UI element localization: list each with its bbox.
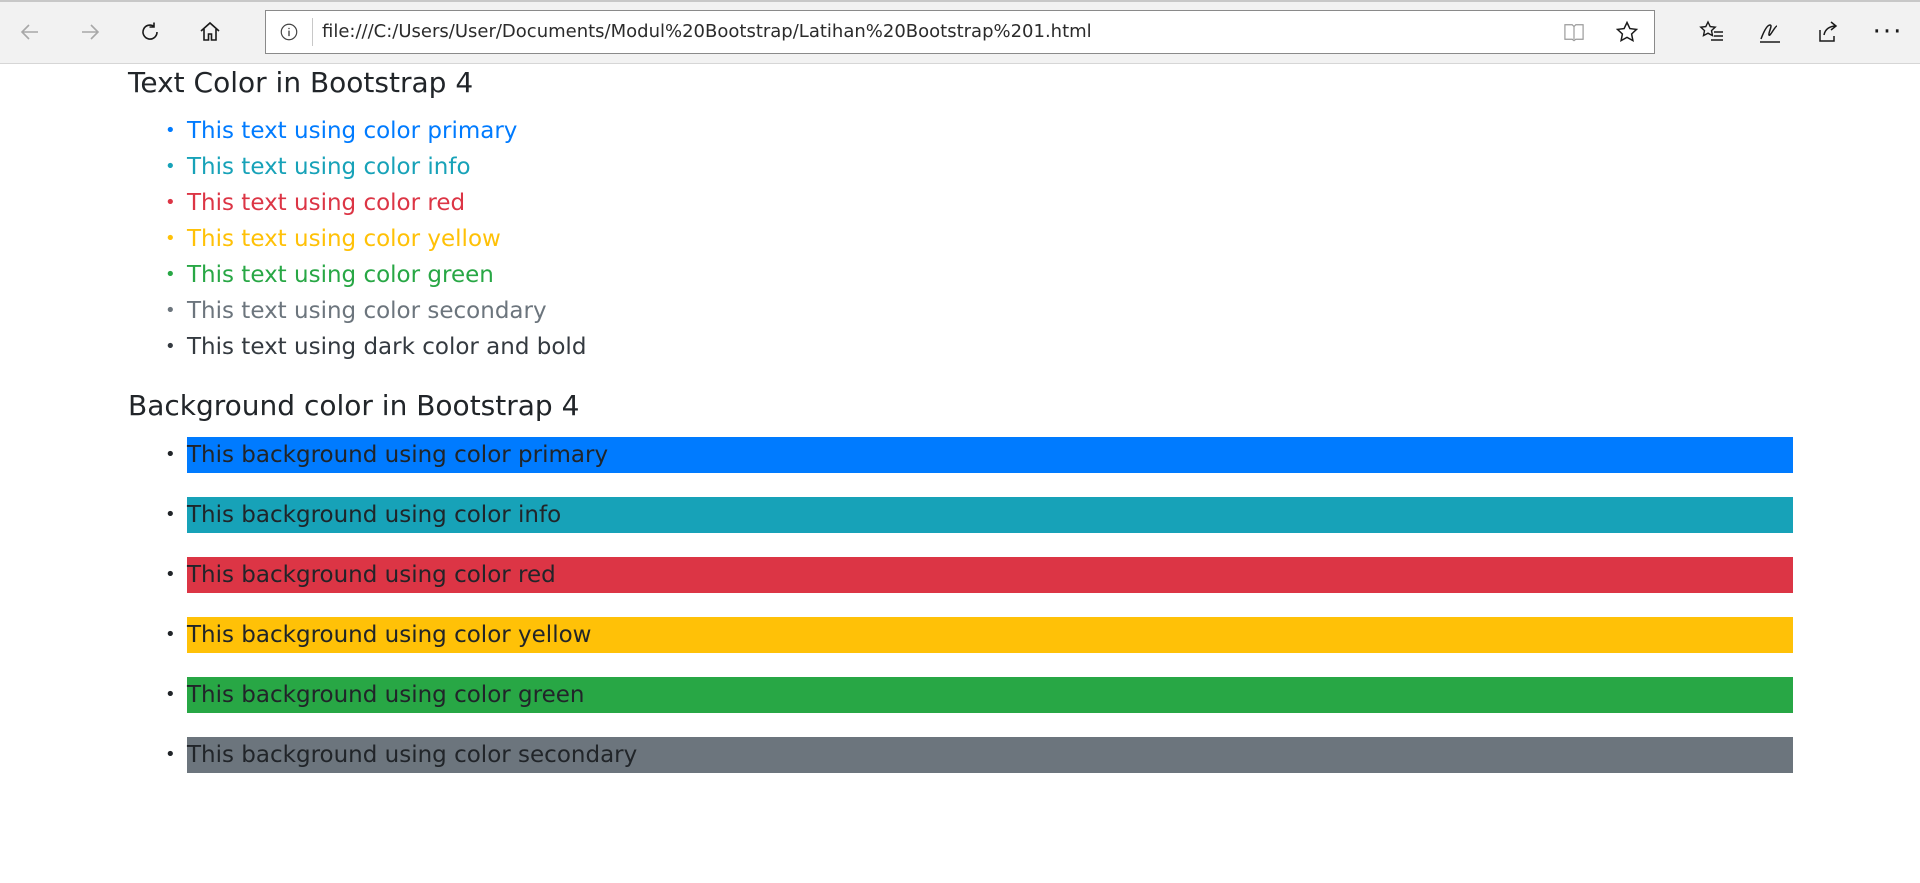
bullet: • xyxy=(165,444,176,465)
page-content: Text Color in Bootstrap 4 • This text usi… xyxy=(0,64,1920,883)
text-red: This text using color red xyxy=(187,190,466,216)
bullet: • xyxy=(165,192,176,213)
text-primary: This text using color primary xyxy=(187,118,518,144)
list-item: • This background using color secondary xyxy=(165,737,1793,773)
list-item: • This background using color info xyxy=(165,497,1793,533)
list-item: • This text using color secondary xyxy=(165,296,547,326)
bg-red-bar: This background using color red xyxy=(187,557,1793,593)
text-info: This text using color info xyxy=(187,154,471,180)
address-bar[interactable]: file:///C:/Users/User/Documents/Modul%20… xyxy=(265,10,1655,54)
text-yellow: This text using color yellow xyxy=(187,226,501,252)
forward-arrow-icon xyxy=(82,24,100,40)
bullet: • xyxy=(165,624,176,645)
text-secondary: This text using color secondary xyxy=(187,298,547,324)
share-icon xyxy=(1819,21,1838,42)
text-color-heading: Text Color in Bootstrap 4 xyxy=(128,66,474,99)
back-button[interactable] xyxy=(12,14,48,50)
bullet: • xyxy=(165,156,176,177)
bullet: • xyxy=(165,264,176,285)
bullet: • xyxy=(165,300,176,321)
bg-info-bar: This background using color info xyxy=(187,497,1793,533)
url-text[interactable]: file:///C:/Users/User/Documents/Modul%20… xyxy=(322,11,1092,53)
more-dots-icon: ··· xyxy=(1872,17,1904,47)
list-item: • This text using color yellow xyxy=(165,224,501,254)
list-item: • This text using color red xyxy=(165,188,466,218)
favorites-hub-button[interactable] xyxy=(1694,14,1730,50)
back-arrow-icon xyxy=(20,24,38,40)
favorites-list-icon xyxy=(1699,20,1723,41)
bullet: • xyxy=(165,504,176,525)
settings-more-button[interactable]: ··· xyxy=(1870,14,1906,50)
browser-toolbar: file:///C:/Users/User/Documents/Modul%20… xyxy=(0,0,1920,64)
list-item: • This text using dark color and bold xyxy=(165,332,587,362)
home-icon xyxy=(200,21,220,41)
bg-primary-bar: This background using color primary xyxy=(187,437,1793,473)
bullet: • xyxy=(165,228,176,249)
bullet: • xyxy=(165,120,176,141)
list-item: • This text using color green xyxy=(165,260,494,290)
reading-view-icon[interactable] xyxy=(1562,21,1586,43)
site-info-icon[interactable] xyxy=(278,21,300,43)
home-button[interactable] xyxy=(192,14,228,50)
bg-yellow-bar: This background using color yellow xyxy=(187,617,1793,653)
bg-secondary-bar: This background using color secondary xyxy=(187,737,1793,773)
bullet: • xyxy=(165,744,176,765)
share-button[interactable] xyxy=(1810,14,1846,50)
bullet: • xyxy=(165,564,176,585)
list-item: • This background using color red xyxy=(165,557,1793,593)
favorite-star-icon[interactable] xyxy=(1614,19,1640,45)
text-dark: This text using dark color and bold xyxy=(187,334,587,360)
list-item: • This text using color primary xyxy=(165,116,518,146)
window-top-border xyxy=(0,0,1920,2)
bg-green-bar: This background using color green xyxy=(187,677,1793,713)
list-item: • This background using color primary xyxy=(165,437,1793,473)
web-notes-button[interactable] xyxy=(1752,14,1788,50)
refresh-button[interactable] xyxy=(132,14,168,50)
bullet: • xyxy=(165,684,176,705)
pen-icon xyxy=(1760,24,1780,43)
background-color-heading: Background color in Bootstrap 4 xyxy=(128,389,580,422)
refresh-icon xyxy=(142,22,158,40)
text-green: This text using color green xyxy=(187,262,494,288)
list-item: • This background using color green xyxy=(165,677,1793,713)
bullet: • xyxy=(165,336,176,357)
address-divider xyxy=(312,18,313,46)
list-item: • This background using color yellow xyxy=(165,617,1793,653)
list-item: • This text using color info xyxy=(165,152,471,182)
forward-button[interactable] xyxy=(72,14,108,50)
